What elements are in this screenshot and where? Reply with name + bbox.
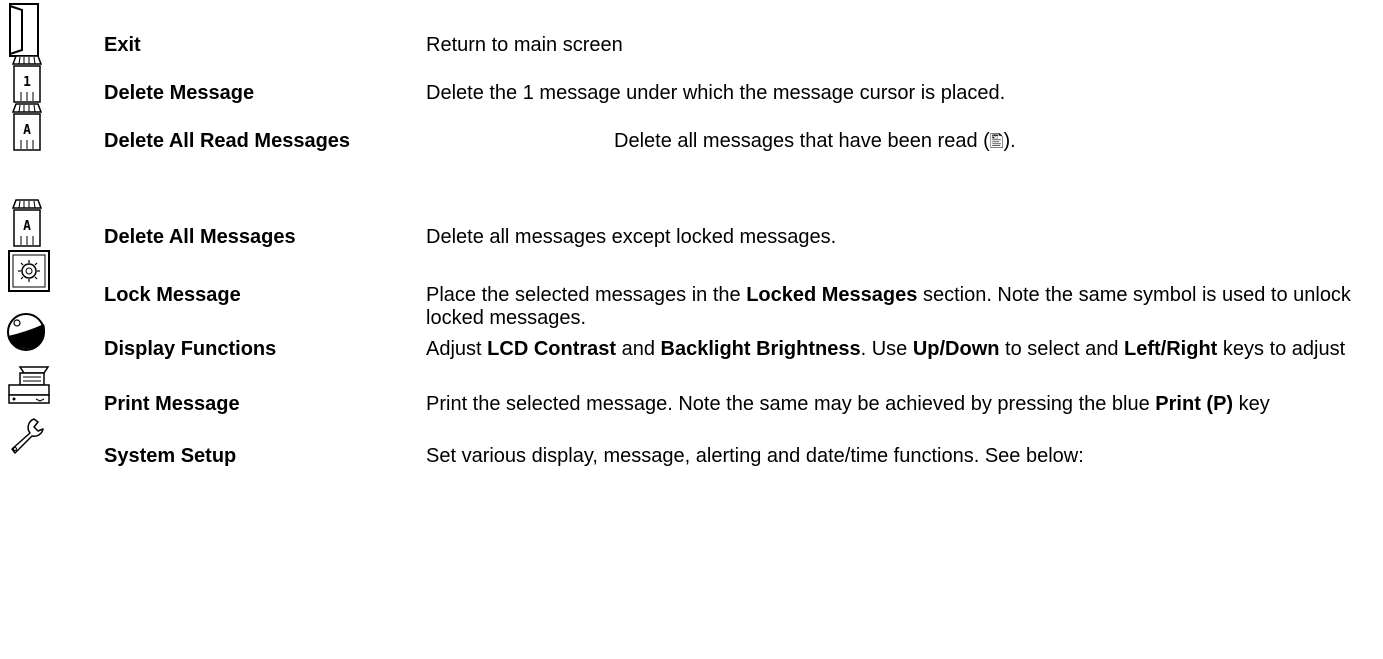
- term-delete-all-read-messages: Delete All Read Messages: [104, 130, 351, 152]
- term-print-message: Print Message: [104, 393, 240, 415]
- term-system-setup: System Setup: [104, 445, 237, 467]
- safe-lock-icon: [8, 250, 50, 292]
- door-icon: [9, 3, 39, 57]
- desc-lock-message: Place the selected messages in the Locke…: [426, 284, 1351, 329]
- contrast-icon: [7, 313, 45, 351]
- read-message-icon: 🖺: [989, 132, 1004, 152]
- trash-can-a-icon: A: [12, 103, 42, 151]
- desc-delete-all-read-messages: Delete all messages that have been read …: [614, 130, 1016, 152]
- term-delete-all-messages: Delete All Messages: [104, 226, 296, 248]
- wrench-icon: [11, 418, 44, 454]
- desc-print-message: Print the selected message. Note the sam…: [426, 393, 1270, 415]
- svg-text:A: A: [23, 123, 31, 138]
- desc-delete-all-messages: Delete all messages except locked messag…: [426, 226, 837, 248]
- desc-system-setup: Set various display, message, alerting a…: [426, 445, 1084, 467]
- svg-text:A: A: [23, 219, 31, 234]
- term-exit: Exit: [104, 34, 141, 56]
- desc-exit: Return to main screen: [426, 34, 623, 56]
- trash-can-1-icon: 1: [12, 55, 42, 103]
- term-display-functions: Display Functions: [104, 338, 277, 360]
- svg-text:1: 1: [23, 75, 31, 90]
- term-lock-message: Lock Message: [104, 284, 241, 306]
- trash-can-a-icon: A: [12, 199, 42, 247]
- desc-display-functions: Adjust LCD Contrast and Backlight Bright…: [426, 338, 1346, 360]
- desc-delete-message: Delete the 1 message under which the mes…: [426, 82, 1006, 104]
- term-delete-message: Delete Message: [104, 82, 255, 104]
- printer-icon: [8, 366, 50, 404]
